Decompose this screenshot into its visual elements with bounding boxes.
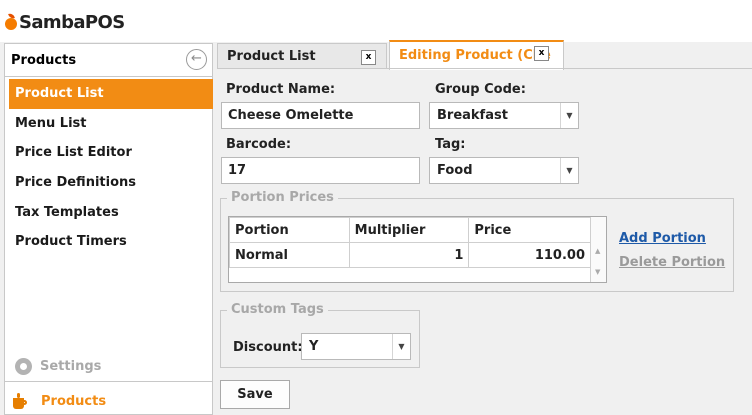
multiplier-cell[interactable]: 1 <box>348 242 470 268</box>
sidebar-divider <box>5 381 212 382</box>
sidebar-title: Products <box>11 53 77 68</box>
custom-tags-title: Custom Tags <box>227 302 328 317</box>
sidebar-header: Products ← <box>5 44 212 77</box>
tab-editing-product[interactable]: Editing Product (Che x <box>389 40 564 70</box>
group-code-label: Group Code: <box>435 82 526 97</box>
tab-product-list[interactable]: Product List x <box>217 43 387 69</box>
sidebar-item-menu-list[interactable]: Menu List <box>9 109 213 139</box>
tag-select[interactable]: Food ▼ <box>429 157 579 184</box>
delete-portion-link[interactable]: Delete Portion <box>619 255 725 270</box>
tab-label: Product List <box>227 49 316 64</box>
close-icon[interactable]: x <box>361 50 376 65</box>
gear-icon <box>15 357 32 375</box>
add-portion-link[interactable]: Add Portion <box>619 231 706 246</box>
title-bar: SambaPOS <box>0 0 752 42</box>
group-code-value: Breakfast <box>437 108 508 123</box>
table-scrollbar[interactable]: ▲ ▼ <box>590 217 606 282</box>
sidebar: Products ← Product List Menu List Price … <box>4 43 213 415</box>
portion-prices-table: Portion Multiplier Price Normal 1 110.00… <box>228 216 607 283</box>
close-icon[interactable]: x <box>534 46 549 61</box>
discount-label: Discount: <box>233 340 303 355</box>
scroll-up-icon[interactable]: ▲ <box>595 247 600 255</box>
logo-text: SambaPOS <box>19 11 125 33</box>
app-logo: SambaPOS <box>5 10 125 34</box>
sidebar-item-product-timers[interactable]: Product Timers <box>9 227 213 257</box>
sidebar-item-tax-templates[interactable]: Tax Templates <box>9 198 213 228</box>
settings-label: Settings <box>40 358 102 374</box>
barcode-input[interactable]: 17 <box>221 157 420 184</box>
chevron-down-icon[interactable]: ▼ <box>560 103 578 128</box>
settings-button[interactable]: Settings <box>15 356 101 376</box>
portion-prices-title: Portion Prices <box>227 190 338 205</box>
column-header: Price <box>468 217 591 243</box>
product-name-label: Product Name: <box>226 82 336 97</box>
chevron-down-icon[interactable]: ▼ <box>560 158 578 183</box>
save-button[interactable]: Save <box>220 380 290 409</box>
tag-label: Tag: <box>435 137 466 152</box>
sidebar-item-price-definitions[interactable]: Price Definitions <box>9 168 213 198</box>
scroll-down-icon[interactable]: ▼ <box>595 268 600 276</box>
tab-divider <box>217 68 752 69</box>
column-header: Portion <box>229 217 350 243</box>
table-row[interactable]: Normal 1 110.00 <box>229 242 591 268</box>
sidebar-item-product-list[interactable]: Product List <box>9 79 213 109</box>
tab-label: Editing Product (Che <box>399 48 551 63</box>
chevron-down-icon[interactable]: ▼ <box>392 334 410 359</box>
document-tabs: Product List x Editing Product (Che x <box>217 40 752 70</box>
discount-value: Y <box>309 339 319 354</box>
back-arrow-icon[interactable]: ← <box>186 49 207 70</box>
products-nav-label: Products <box>41 393 107 409</box>
table-header-row: Portion Multiplier Price <box>229 217 591 243</box>
sidebar-item-price-list-editor[interactable]: Price List Editor <box>9 138 213 168</box>
group-code-select[interactable]: Breakfast ▼ <box>429 102 579 129</box>
tag-value: Food <box>437 163 473 178</box>
column-header: Multiplier <box>348 217 470 243</box>
logo-icon <box>5 17 17 30</box>
products-nav-button[interactable]: Products <box>13 390 106 412</box>
portion-cell[interactable]: Normal <box>229 242 350 268</box>
product-name-input[interactable]: Cheese Omelette <box>221 102 420 129</box>
barcode-label: Barcode: <box>226 137 292 152</box>
price-cell[interactable]: 110.00 <box>468 242 591 268</box>
discount-select[interactable]: Y ▼ <box>301 333 411 360</box>
coffee-cup-icon <box>13 393 27 409</box>
